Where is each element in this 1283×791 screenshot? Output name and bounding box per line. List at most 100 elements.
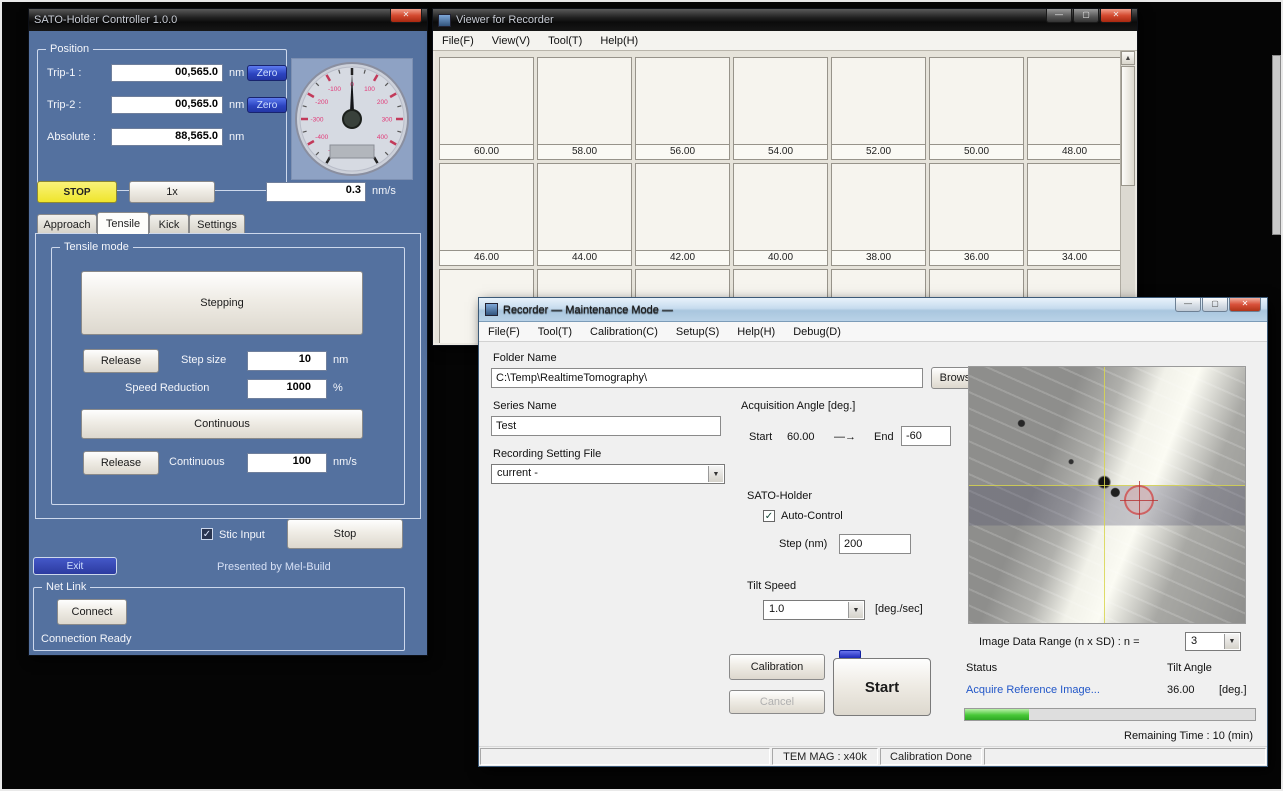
release-continuous-button[interactable]: Release [83,451,159,475]
recorder-window: Recorder — Maintenance Mode — — ▢ ✕ File… [478,297,1268,767]
menu-item[interactable]: File(F) [479,324,529,340]
viewer-image-cell[interactable]: 56.00 [635,57,730,160]
continuous-field[interactable]: 100 [247,453,327,473]
stop-button[interactable]: STOP [37,181,117,203]
viewer-image-cell[interactable]: 58.00 [537,57,632,160]
viewer-image-cell[interactable]: 38.00 [831,163,926,266]
tilt-speed-unit: [deg./sec] [875,603,923,615]
close-icon[interactable]: ✕ [1229,298,1261,312]
step-size-spinner[interactable] [316,352,327,370]
tab-settings[interactable]: Settings [189,214,245,234]
viewer-image-cell[interactable]: 44.00 [537,163,632,266]
menu-item[interactable]: Debug(D) [784,324,850,340]
minimize-icon[interactable]: — [1046,9,1072,23]
speed-reduction-field[interactable]: 1000 [247,379,327,399]
stic-input-checkbox[interactable]: ✓ [201,528,213,540]
release-step-button[interactable]: Release [83,349,159,373]
recording-setting-dropdown[interactable]: current - ▼ [491,464,725,484]
image-data-range-value: 3 [1191,635,1197,647]
trip2-zero-button[interactable]: Zero [247,97,287,113]
acq-end-input[interactable] [901,426,951,446]
viewer-image-cell[interactable]: 46.00 [439,163,534,266]
menu-item[interactable]: Tool(T) [529,324,581,340]
tab-kick[interactable]: Kick [149,214,189,234]
menu-item[interactable]: View(V) [483,33,539,49]
chevron-down-icon[interactable]: ▼ [848,602,863,618]
trip1-label: Trip-1 : [47,67,81,79]
cancel-button[interactable]: Cancel [729,690,825,714]
thumbnail-angle-label: 38.00 [832,250,925,265]
svg-text:-100: -100 [328,86,341,93]
tem-thumbnail [930,58,1023,144]
stop2-button[interactable]: Stop [287,519,403,549]
stepping-button[interactable]: Stepping [81,271,363,335]
tab-tensile[interactable]: Tensile [97,212,149,234]
controller-title: SATO-Holder Controller 1.0.0 [34,14,390,26]
speed-gauge: -500-400-300-200-1000100200300400500 [291,58,413,180]
tem-thumbnail [538,164,631,250]
viewer-image-cell[interactable]: 60.00 [439,57,534,160]
tilt-angle-label: Tilt Angle [1167,662,1212,674]
thumbnail-angle-label: 34.00 [1028,250,1121,265]
viewer-image-cell[interactable]: 50.00 [929,57,1024,160]
close-icon[interactable]: ✕ [390,9,422,23]
menu-item[interactable]: Setup(S) [667,324,728,340]
minimize-icon[interactable]: — [1175,298,1201,312]
speed-reduction-spinner[interactable] [316,380,327,398]
calibration-button[interactable]: Calibration [729,654,825,680]
folder-name-input[interactable] [491,368,923,388]
continuous-button[interactable]: Continuous [81,409,363,439]
series-name-input[interactable] [491,416,721,436]
tilt-speed-dropdown[interactable]: 1.0 ▼ [763,600,865,620]
viewer-image-cell[interactable]: 36.00 [929,163,1024,266]
acquisition-angle-label: Acquisition Angle [deg.] [741,400,855,412]
start-button[interactable]: Start [833,658,931,716]
maximize-icon[interactable]: ▢ [1202,298,1228,312]
connect-button[interactable]: Connect [57,599,127,625]
viewer-titlebar[interactable]: Viewer for Recorder — ▢ ✕ [433,9,1137,31]
acq-start-label: Start [749,431,772,443]
viewer-image-cell[interactable]: 54.00 [733,57,828,160]
thumbnail-angle-label: 36.00 [930,250,1023,265]
chevron-down-icon[interactable]: ▼ [1224,634,1239,649]
statusbar-empty-cell [984,748,1266,765]
status-value: Acquire Reference Image... [966,684,1100,696]
menu-item[interactable]: Help(H) [728,324,784,340]
thumbnail-angle-label: 50.00 [930,144,1023,159]
target-marker-icon[interactable] [1124,485,1154,515]
tab-approach[interactable]: Approach [37,214,97,234]
scrollbar-thumb[interactable] [1121,66,1135,186]
live-preview-image[interactable] [968,366,1246,624]
image-data-range-dropdown[interactable]: 3 ▼ [1185,632,1241,651]
menu-item[interactable]: File(F) [433,33,483,49]
trip1-zero-button[interactable]: Zero [247,65,287,81]
chevron-down-icon[interactable]: ▼ [708,466,723,482]
continuous-label: Continuous [169,456,225,468]
exit-button[interactable]: Exit [33,557,117,575]
controller-titlebar[interactable]: SATO-Holder Controller 1.0.0 ✕ [29,9,427,31]
sato-step-input[interactable] [839,534,911,554]
speed-mode-button[interactable]: 1x [129,181,215,203]
crosshair-vertical [1104,367,1105,623]
maximize-icon[interactable]: ▢ [1073,9,1099,23]
continuous-spinner[interactable] [316,454,327,472]
step-size-field[interactable]: 10 [247,351,327,371]
viewer-image-cell[interactable]: 34.00 [1027,163,1122,266]
statusbar-calibration: Calibration Done [880,748,982,765]
scroll-up-icon[interactable]: ▲ [1121,51,1135,65]
crosshair-horizontal [969,485,1245,486]
close-icon[interactable]: ✕ [1100,9,1132,23]
recorder-titlebar[interactable]: Recorder — Maintenance Mode — — ▢ ✕ [479,298,1267,322]
viewer-image-cell[interactable]: 40.00 [733,163,828,266]
viewer-image-cell[interactable]: 48.00 [1027,57,1122,160]
stic-input-label: Stic Input [219,529,265,541]
viewer-image-cell[interactable]: 52.00 [831,57,926,160]
recorder-statusbar: TEM MAG : x40k Calibration Done [479,746,1267,766]
menu-item[interactable]: Help(H) [591,33,647,49]
image-data-range-label: Image Data Range (n x SD) : n = [979,636,1140,648]
viewer-image-cell[interactable]: 42.00 [635,163,730,266]
menu-item[interactable]: Calibration(C) [581,324,667,340]
auto-control-checkbox[interactable]: ✓ [763,510,775,522]
viewer-title: Viewer for Recorder [456,14,1046,26]
menu-item[interactable]: Tool(T) [539,33,591,49]
